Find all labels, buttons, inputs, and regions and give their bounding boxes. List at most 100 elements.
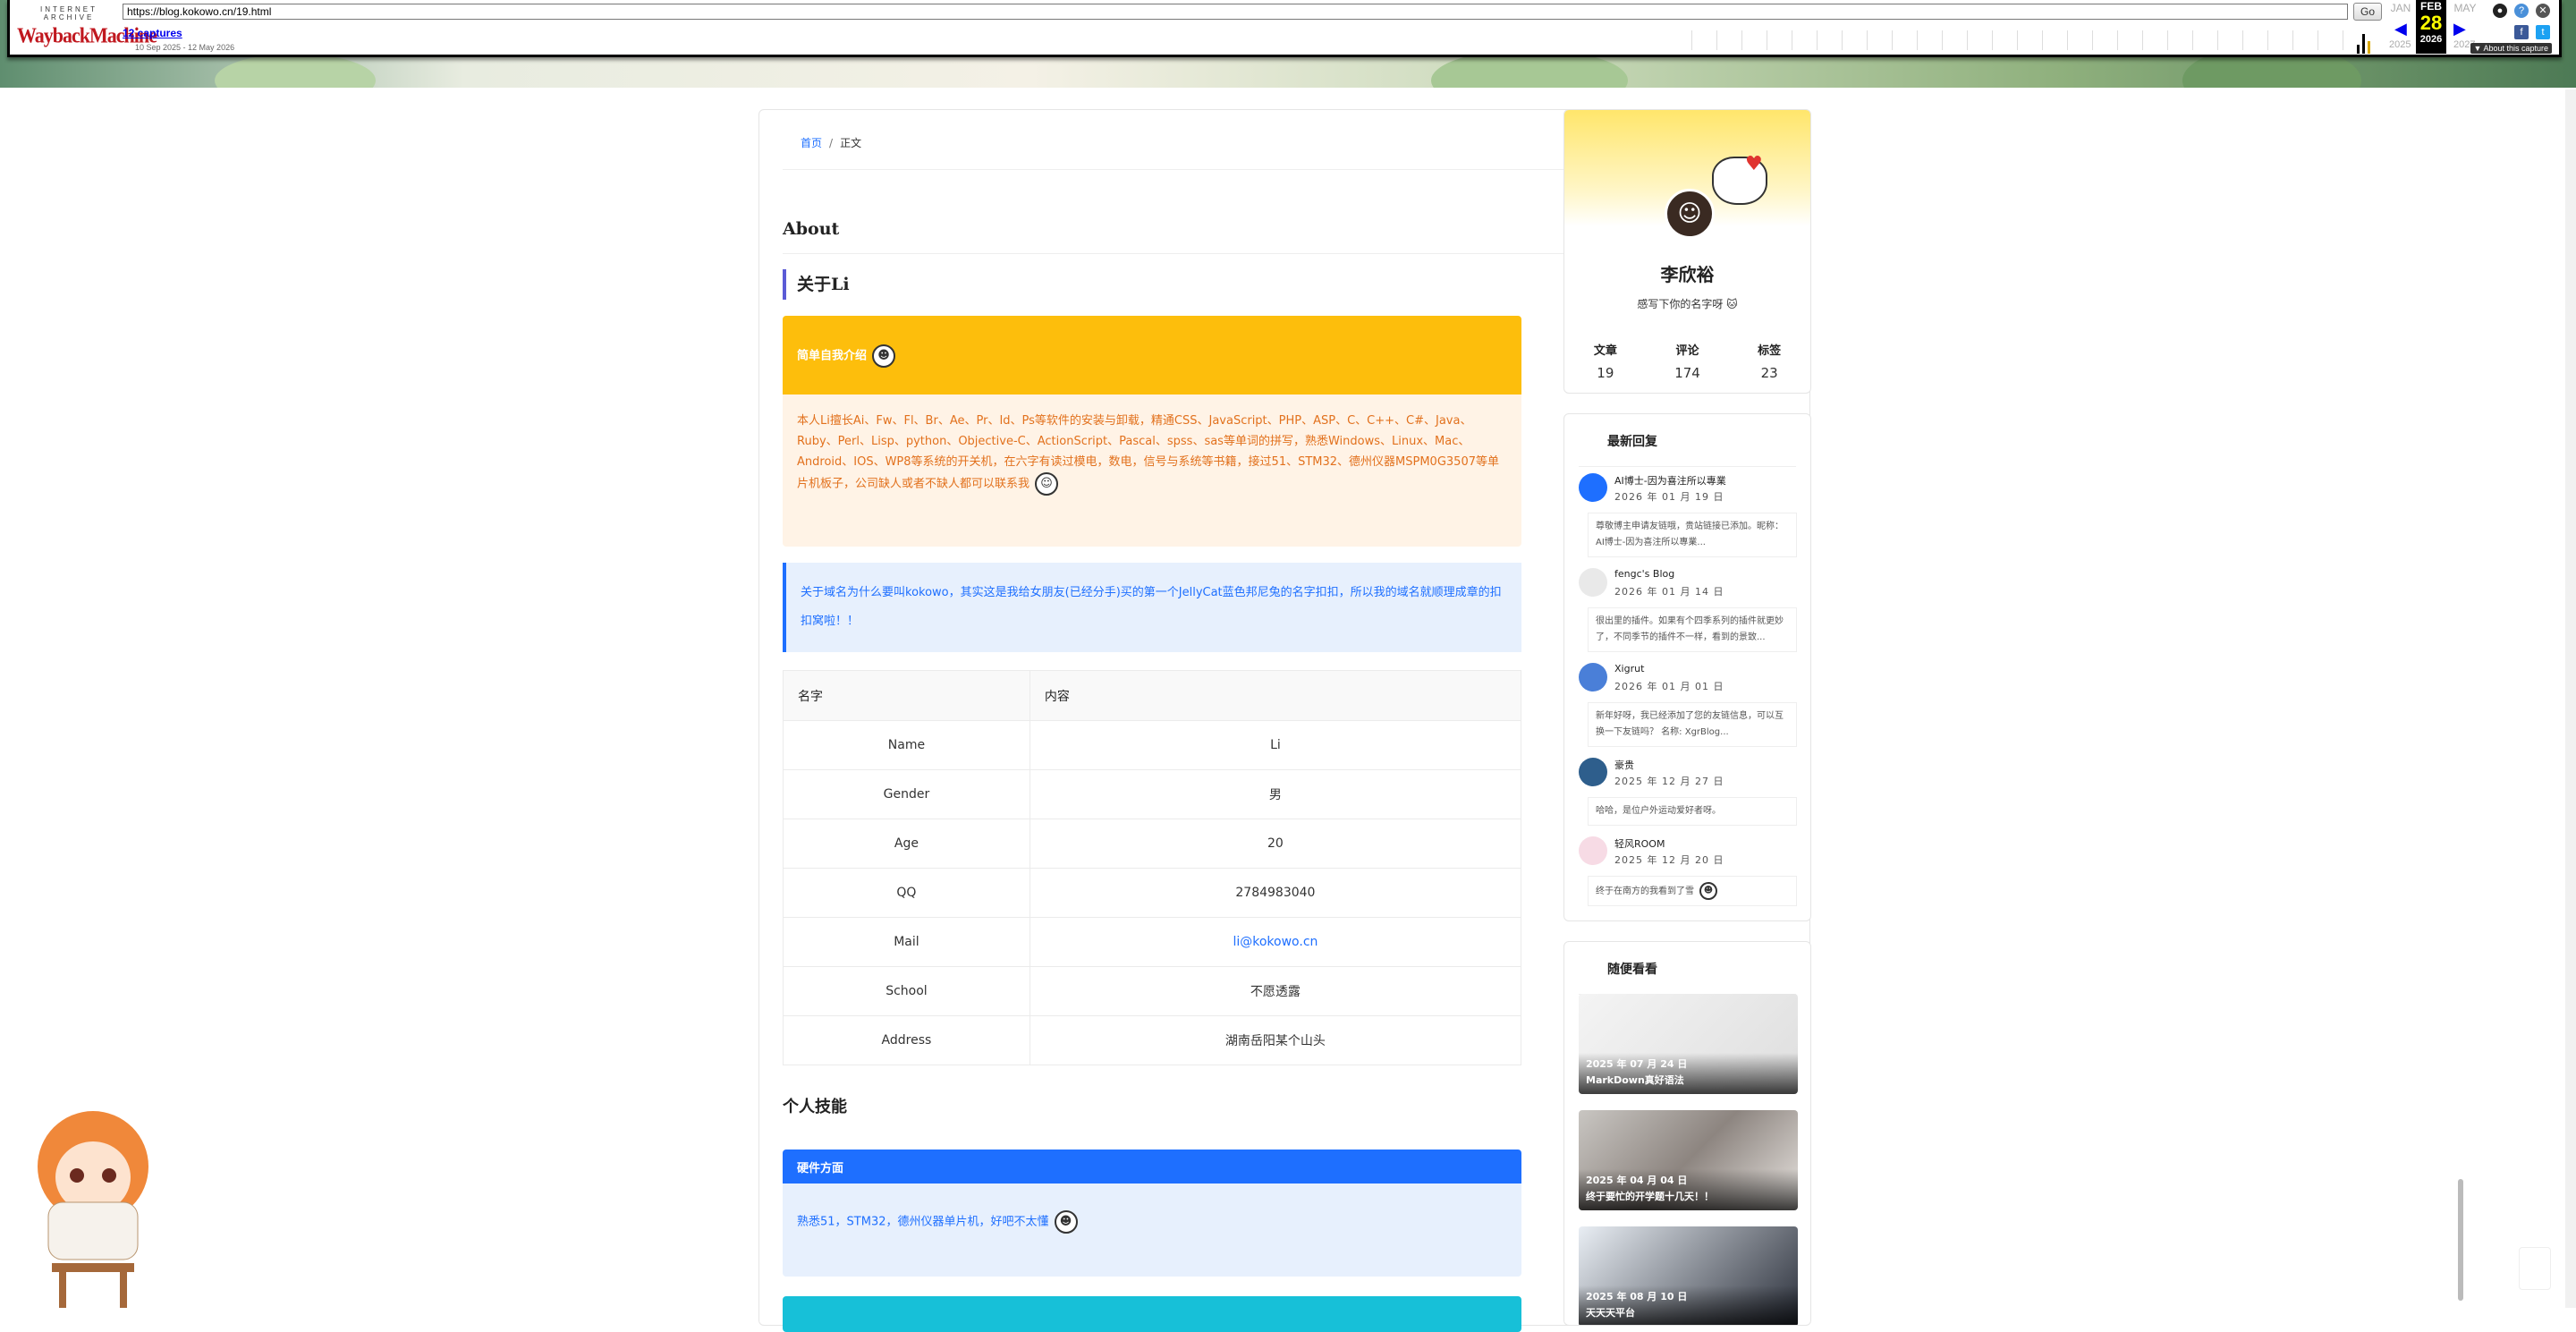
intro-body-text: 本人Li擅长Ai、Fw、Fl、Br、Ae、Pr、Id、Ps等软件的安装与卸载，精… xyxy=(797,414,1499,491)
twitter-icon[interactable]: t xyxy=(2536,25,2550,39)
comment-author[interactable]: Xigrut xyxy=(1614,663,1644,674)
post-title[interactable]: 终于要忙的开学题十几天！！ xyxy=(1586,1189,1714,1203)
table-row: School 不愿透露 xyxy=(783,966,1522,1016)
mail-link[interactable]: li@kokowo.cn xyxy=(1233,935,1318,949)
page-title: About xyxy=(783,219,840,239)
post-title[interactable]: MarkDown真好语法 xyxy=(1586,1073,1684,1087)
intro-card-body: 本人Li擅长Ai、Fw、Fl、Br、Ae、Pr、Id、Ps等软件的安装与卸载，精… xyxy=(783,395,1521,512)
prev-month[interactable]: JAN xyxy=(2385,2,2416,14)
comment-date: 2026 年 01 月 14 日 xyxy=(1614,586,1724,598)
hardware-card: 硬件方面 熟悉51，STM32，德州仪器单片机，好吧不太懂 ☻ xyxy=(783,1150,1521,1277)
table-cell-value: 20 xyxy=(1029,819,1522,869)
table-row: QQ 2784983040 xyxy=(783,868,1522,918)
comment-author[interactable]: AI博士-因为喜注所以專業 xyxy=(1614,473,1726,488)
prev-arrow-icon[interactable]: ◀ xyxy=(2394,20,2407,38)
capture-sparkline[interactable] xyxy=(1691,27,2384,54)
comment-text[interactable]: 终于在南方的我看到了雪 ☻ xyxy=(1588,876,1797,906)
current-capture-date: FEB 28 2026 xyxy=(2416,0,2446,54)
emoji-icon: ☻ xyxy=(872,344,896,368)
stat-label: 评论 xyxy=(1675,344,1699,358)
breadcrumb-current: 正文 xyxy=(840,137,862,149)
widget-title: 随便看看 xyxy=(1607,963,1657,977)
page-scrollbar[interactable] xyxy=(2565,89,2576,1308)
table-row: Gender 男 xyxy=(783,769,1522,819)
random-post-card[interactable]: 2025 年 07 月 24 日 MarkDown真好语法 xyxy=(1579,994,1798,1094)
table-header-name: 名字 xyxy=(783,670,1030,721)
hardware-card-body: 熟悉51，STM32，德州仪器单片机，好吧不太懂 ☻ xyxy=(783,1184,1521,1260)
breadcrumb: 首页 / 正文 xyxy=(801,135,861,150)
profile-card: ♥ ☺ 李欣裕 感写下你的名字呀 🐱 文章 19 评论 174 标签 23 xyxy=(1563,109,1811,394)
comment-author[interactable]: 轻风ROOM xyxy=(1614,836,1665,851)
table-row: Name Li xyxy=(783,720,1522,770)
avatar xyxy=(1579,836,1607,865)
next-month[interactable]: MAY xyxy=(2450,2,2480,14)
back-to-top-button[interactable] xyxy=(2519,1247,2551,1290)
stat-label: 标签 xyxy=(1758,344,1782,358)
random-posts-widget: 随便看看 2025 年 07 月 24 日 MarkDown真好语法 2025 … xyxy=(1563,941,1811,1326)
table-row: Age 20 xyxy=(783,819,1522,869)
stat-value: 19 xyxy=(1597,365,1614,381)
stat-comments[interactable]: 评论 174 xyxy=(1647,341,1729,381)
domain-note-card: 关于域名为什么要叫kokowo，其实这是我给女朋友(已经分手)买的第一个Jell… xyxy=(783,563,1521,652)
recent-comments-widget: 最新回复 AI博士-因为喜注所以專業 2026 年 01 月 19 日 尊敬博主… xyxy=(1563,413,1811,921)
stat-posts[interactable]: 文章 19 xyxy=(1564,341,1647,381)
post-date: 2025 年 04 月 04 日 xyxy=(1586,1175,1688,1186)
random-post-card[interactable]: 2025 年 08 月 10 日 天天天平台 xyxy=(1579,1226,1798,1325)
stat-value: 174 xyxy=(1674,365,1700,381)
table-cell-key: QQ xyxy=(783,868,1030,918)
avatar[interactable]: ☺ xyxy=(1665,189,1715,239)
comment-date: 2026 年 01 月 01 日 xyxy=(1614,681,1724,692)
comment-date: 2025 年 12 月 27 日 xyxy=(1614,776,1724,787)
domain-note-text: 关于域名为什么要叫kokowo，其实这是我给女朋友(已经分手)买的第一个Jell… xyxy=(801,586,1502,628)
comment-author[interactable]: 豪贵 xyxy=(1614,758,1634,772)
table-cell-value: 2784983040 xyxy=(1029,868,1522,918)
table-header-row: 名字 内容 xyxy=(783,670,1522,721)
breadcrumb-home[interactable]: 首页 xyxy=(801,137,822,149)
facebook-icon[interactable]: f xyxy=(2514,25,2529,39)
post-date: 2025 年 08 月 10 日 xyxy=(1586,1291,1688,1302)
captures-link[interactable]: 12 captures xyxy=(123,27,182,39)
stat-tags[interactable]: 标签 23 xyxy=(1728,341,1810,381)
wayback-toolbar: INTERNET ARCHIVE WaybackMachine https://… xyxy=(7,0,2562,57)
post-date: 2025 年 07 月 24 日 xyxy=(1586,1058,1688,1070)
avatar xyxy=(1579,473,1607,502)
table-cell-key: Gender xyxy=(783,769,1030,819)
profile-motto: 感写下你的名字呀 🐱 xyxy=(1637,298,1738,310)
avatar xyxy=(1579,568,1607,597)
comment-date: 2026 年 01 月 19 日 xyxy=(1614,491,1724,503)
next-arrow-icon[interactable]: ▶ xyxy=(2453,20,2466,38)
random-post-card[interactable]: 2025 年 04 月 04 日 终于要忙的开学题十几天！！ xyxy=(1579,1110,1798,1210)
post-title[interactable]: 天天天平台 xyxy=(1586,1305,1635,1319)
emoji-icon: ☻ xyxy=(1054,1210,1078,1234)
info-table: 名字 内容 Name Li Gender 男 Age 20 QQ 2784983040 … xyxy=(783,670,1522,1065)
about-capture-link[interactable]: ▼ About this capture xyxy=(2470,43,2552,54)
table-cell-value: 湖南岳阳某个山头 xyxy=(1029,1015,1522,1065)
prev-year[interactable]: 2025 xyxy=(2389,39,2411,50)
stat-label: 文章 xyxy=(1593,344,1617,358)
wayback-url-input[interactable]: https://blog.kokowo.cn/19.html xyxy=(123,4,2348,20)
comment-author[interactable]: fengc's Blog xyxy=(1614,568,1674,580)
comment-text[interactable]: 哈哈，是位户外运动爱好者呀。 xyxy=(1588,797,1797,826)
mascot-girl-image[interactable] xyxy=(21,1104,161,1308)
avatar xyxy=(1579,758,1607,786)
avatar xyxy=(1579,663,1607,691)
profile-name: 李欣裕 xyxy=(1660,264,1715,285)
comment-text-content: 终于在南方的我看到了雪 xyxy=(1596,887,1694,896)
emoji-icon: ☺ xyxy=(1035,472,1059,496)
scroll-indicator[interactable] xyxy=(2458,1179,2463,1301)
close-icon[interactable]: ✕ xyxy=(2536,4,2550,18)
user-icon[interactable]: ● xyxy=(2493,4,2507,18)
breadcrumb-separator: / xyxy=(829,137,834,149)
table-cell-value: Li xyxy=(1029,720,1522,770)
hardware-card-header: 硬件方面 xyxy=(783,1150,1521,1184)
table-cell-key: Name xyxy=(783,720,1030,770)
help-icon[interactable]: ? xyxy=(2514,4,2529,18)
wayback-logo[interactable]: INTERNET ARCHIVE WaybackMachine xyxy=(17,5,157,49)
comment-text[interactable]: 很出里的插件。如果有个四季系列的插件就更妙了，不同季节的插件不一样，看到的景致.… xyxy=(1588,607,1797,652)
comment-text[interactable]: 尊敬博主申请友链哦，贵站链接已添加。昵称：AI博士-因为喜注所以專業... xyxy=(1588,513,1797,557)
table-row: Mail li@kokowo.cn xyxy=(783,917,1522,967)
comment-text[interactable]: 新年好呀，我已经添加了您的友链信息，可以互换一下友链吗？ 名称: XgrBlog… xyxy=(1588,702,1797,747)
intro-card: 简单自我介绍 ☻ 本人Li擅长Ai、Fw、Fl、Br、Ae、Pr、Id、Ps等软件… xyxy=(783,316,1521,547)
wayback-go-button[interactable]: Go xyxy=(2353,3,2382,21)
next-skill-card xyxy=(783,1296,1521,1332)
